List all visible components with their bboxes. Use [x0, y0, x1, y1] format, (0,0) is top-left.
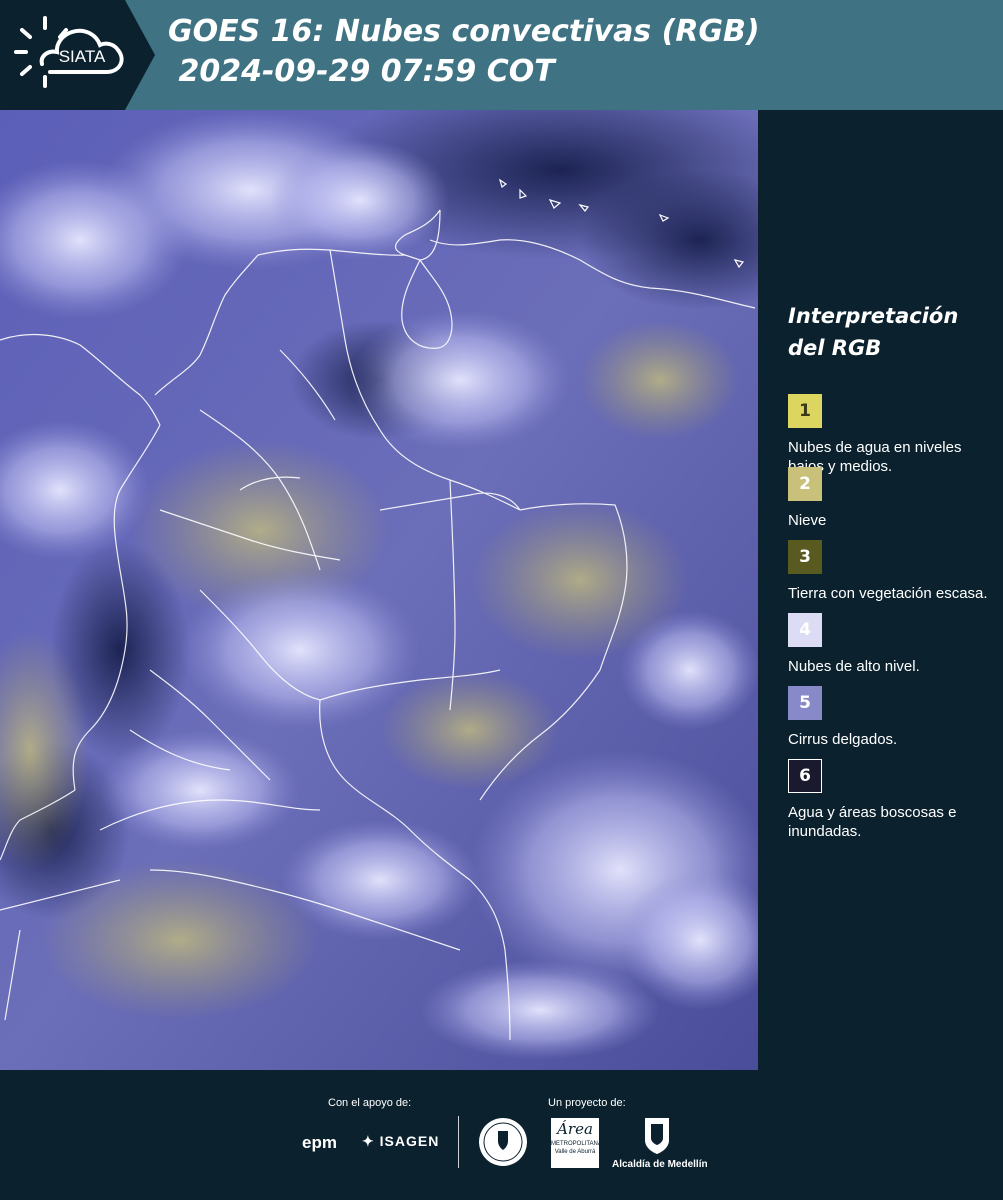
legend-label: Tierra con vegetación escasa. [788, 585, 988, 602]
page-title: GOES 16: Nubes convectivas (RGB) 2024-09… [168, 12, 760, 92]
legend-label: Agua y áreas boscosas e inundadas. [788, 804, 957, 840]
isagen-logo-text: ISAGEN [379, 1133, 440, 1149]
legend-label: Nieve [788, 512, 827, 529]
epm-logo: epm [302, 1133, 337, 1153]
legend-swatch: 1 [788, 394, 822, 428]
epm-logo-text: epm [302, 1133, 337, 1152]
isagen-logo: ✦ ISAGEN [362, 1133, 439, 1150]
area-logo-sub1: METROPOLITANA [551, 1141, 602, 1147]
svg-text:SIATA: SIATA [59, 47, 106, 66]
legend-items: 1 Nubes de agua en niveles bajos y medios… [788, 394, 998, 840]
area-logo-text: Área [557, 1120, 593, 1138]
title-line-2: 2024-09-29 07:59 COT [168, 54, 555, 89]
isagen-star-icon: ✦ [362, 1133, 375, 1149]
medellin-seal-icon [479, 1118, 527, 1166]
legend-item: 5 Cirrus delgados. [788, 686, 998, 748]
project-label: Un proyecto de: [548, 1097, 626, 1109]
area-logo-sub2: Valle de Aburrá [554, 1149, 596, 1155]
legend-swatch: 2 [788, 467, 822, 501]
legend-label: Nubes de alto nivel. [788, 658, 920, 675]
legend-item: 2 Nieve [788, 467, 998, 529]
legend-swatch: 5 [788, 686, 822, 720]
legend-swatch: 4 [788, 613, 822, 647]
legend-swatch: 6 [788, 759, 822, 793]
siata-logo: SIATA [0, 0, 155, 110]
legend-title: Interpretación del RGB [788, 300, 998, 364]
legend-title-line-1: Interpretación [788, 304, 959, 328]
footer: Con el apoyo de: Un proyecto de: epm ✦ I… [0, 1070, 1003, 1200]
support-label: Con el apoyo de: [328, 1097, 412, 1109]
legend-label: Cirrus delgados. [788, 731, 898, 748]
area-metropolitana-logo: Área METROPOLITANA Valle de Aburrá [551, 1118, 602, 1168]
header-bar: SIATA GOES 16: Nubes convectivas (RGB) 2… [0, 0, 1003, 110]
alcaldia-logo-text: Alcaldía de Medellín [612, 1159, 708, 1170]
footer-divider [458, 1116, 459, 1168]
satellite-image [0, 110, 758, 1070]
title-line-1: GOES 16: Nubes convectivas (RGB) [168, 14, 760, 49]
legend-item: 3 Tierra con vegetación escasa. [788, 540, 998, 602]
alcaldia-shield-icon [645, 1118, 669, 1154]
legend: Interpretación del RGB 1 Nubes de agua en… [788, 300, 998, 840]
legend-item: 6 Agua y áreas boscosas e inundadas. [788, 759, 998, 840]
legend-title-line-2: del RGB [788, 336, 882, 360]
legend-item: 4 Nubes de alto nivel. [788, 613, 998, 675]
legend-swatch: 3 [788, 540, 822, 574]
legend-item: 1 Nubes de agua en niveles bajos y medios… [788, 394, 998, 475]
satellite-rgb-composite [0, 110, 758, 1070]
